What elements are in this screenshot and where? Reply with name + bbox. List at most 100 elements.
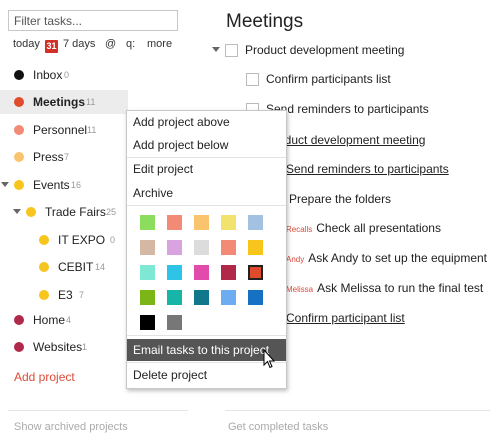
task-item[interactable]: Recalls Check all presentations bbox=[286, 221, 441, 235]
project-count: 16 bbox=[71, 180, 82, 190]
project-name: E3 bbox=[58, 288, 73, 302]
task-item[interactable]: Send reminders to participants bbox=[286, 162, 449, 176]
color-swatch[interactable] bbox=[140, 290, 155, 305]
today-link[interactable]: today 31 bbox=[13, 38, 58, 53]
project-count: 11 bbox=[87, 125, 97, 135]
labels-link[interactable]: @ bbox=[105, 38, 116, 50]
project-count: 4 bbox=[66, 315, 72, 325]
project-color-dot bbox=[39, 262, 49, 272]
color-swatch[interactable] bbox=[221, 265, 236, 280]
filter-tasks-input[interactable] bbox=[8, 10, 178, 31]
project-item-meetings[interactable]: Meetings 11 bbox=[0, 90, 128, 114]
project-count: 7 bbox=[64, 152, 70, 162]
menu-item-label: Delete project bbox=[133, 368, 208, 382]
project-color-dot bbox=[14, 70, 24, 80]
task-item[interactable]: Send reminders to participants bbox=[266, 102, 429, 116]
color-swatch[interactable] bbox=[194, 265, 209, 280]
sidebar-divider bbox=[8, 410, 188, 411]
show-archived-projects-link[interactable]: Show archived projects bbox=[14, 421, 128, 433]
color-swatch[interactable] bbox=[167, 315, 182, 330]
project-name: Personnel bbox=[33, 123, 88, 137]
task-checkbox[interactable] bbox=[246, 73, 259, 86]
project-context-menu: Add project above Add project below Edit… bbox=[126, 110, 287, 389]
project-count: 1 bbox=[82, 342, 88, 352]
project-name: IT EXPO bbox=[58, 233, 106, 247]
mouse-pointer-icon bbox=[263, 349, 275, 369]
task-checkbox[interactable] bbox=[225, 44, 238, 57]
project-color-dot bbox=[39, 290, 49, 300]
color-swatch[interactable] bbox=[221, 215, 236, 230]
color-swatch[interactable] bbox=[221, 290, 236, 305]
project-name: Home bbox=[33, 313, 66, 327]
project-count: 7 bbox=[79, 290, 85, 300]
menu-item-archive[interactable]: Archive bbox=[127, 182, 286, 204]
task-label-tag: Recalls bbox=[286, 225, 313, 234]
color-swatch[interactable] bbox=[248, 265, 263, 280]
color-swatch[interactable] bbox=[140, 265, 155, 280]
color-swatch[interactable] bbox=[221, 240, 236, 255]
collapse-triangle-icon[interactable] bbox=[212, 47, 220, 52]
color-swatch[interactable] bbox=[248, 290, 263, 305]
task-item[interactable]: Prepare the folders bbox=[289, 192, 391, 206]
project-count: 25 bbox=[106, 207, 117, 217]
next-7-days-link[interactable]: 7 days bbox=[63, 38, 95, 50]
project-color-dot bbox=[26, 207, 36, 217]
color-swatch[interactable] bbox=[194, 240, 209, 255]
project-color-dot bbox=[14, 97, 24, 107]
color-swatch[interactable] bbox=[167, 240, 182, 255]
project-count: 14 bbox=[95, 262, 106, 272]
project-name: Websites bbox=[33, 340, 83, 354]
menu-item-label: Add project above bbox=[133, 115, 230, 129]
task-item[interactable]: Confirm participants list bbox=[266, 72, 391, 86]
task-item[interactable]: Melissa Ask Melissa to run the final test bbox=[286, 281, 483, 295]
task-item[interactable]: Product development meeting bbox=[245, 43, 404, 57]
color-swatch[interactable] bbox=[140, 240, 155, 255]
menu-item-add-above[interactable]: Add project above bbox=[127, 111, 286, 133]
collapse-triangle-icon[interactable] bbox=[13, 209, 21, 214]
project-name: Press bbox=[33, 150, 64, 164]
main-divider bbox=[225, 410, 490, 411]
project-count: 11 bbox=[86, 97, 96, 107]
project-name: CEBIT bbox=[58, 260, 94, 274]
project-color-dot bbox=[39, 235, 49, 245]
add-project-link[interactable]: Add project bbox=[14, 370, 75, 384]
project-name: Inbox bbox=[33, 68, 63, 82]
task-item[interactable]: Confirm participant list bbox=[286, 311, 405, 325]
today-label: today bbox=[13, 38, 40, 50]
menu-item-add-below[interactable]: Add project below bbox=[127, 134, 286, 156]
menu-item-label: Edit project bbox=[133, 162, 194, 176]
menu-item-label: Add project below bbox=[133, 138, 229, 152]
color-swatch[interactable] bbox=[194, 290, 209, 305]
collapse-triangle-icon[interactable] bbox=[1, 182, 9, 187]
project-item-inbox[interactable]: Inbox 0 bbox=[0, 63, 200, 87]
project-count: 0 bbox=[110, 235, 116, 245]
project-color-dot bbox=[14, 342, 24, 352]
task-label-tag: Melissa bbox=[286, 285, 314, 294]
task-text: Ask Andy to set up the equipment bbox=[308, 251, 488, 265]
menu-item-edit-project[interactable]: Edit project bbox=[127, 158, 286, 180]
project-color-dot bbox=[14, 152, 24, 162]
color-swatch[interactable] bbox=[194, 215, 209, 230]
color-swatch[interactable] bbox=[140, 215, 155, 230]
queries-link[interactable]: q: bbox=[126, 38, 135, 50]
get-completed-tasks-link[interactable]: Get completed tasks bbox=[228, 421, 328, 433]
menu-separator bbox=[127, 335, 286, 336]
color-swatch[interactable] bbox=[248, 240, 263, 255]
project-name: Meetings bbox=[33, 95, 86, 109]
calendar-today-icon: 31 bbox=[44, 40, 58, 53]
color-swatch[interactable] bbox=[167, 290, 182, 305]
task-item[interactable]: Product development meeting bbox=[266, 133, 425, 147]
more-link[interactable]: more bbox=[147, 38, 172, 50]
project-color-dot bbox=[14, 315, 24, 325]
color-swatch[interactable] bbox=[167, 265, 182, 280]
menu-item-label: Email tasks to this project bbox=[133, 343, 270, 357]
task-text: Check all presentations bbox=[316, 221, 441, 235]
task-label-tag: Andy bbox=[286, 255, 305, 264]
project-count: 0 bbox=[64, 70, 70, 80]
color-swatch[interactable] bbox=[140, 315, 155, 330]
task-item[interactable]: Andy Ask Andy to set up the equipment bbox=[286, 251, 487, 265]
project-color-dot bbox=[14, 180, 24, 190]
menu-item-label: Archive bbox=[133, 186, 174, 200]
color-swatch[interactable] bbox=[248, 215, 263, 230]
color-swatch[interactable] bbox=[167, 215, 182, 230]
